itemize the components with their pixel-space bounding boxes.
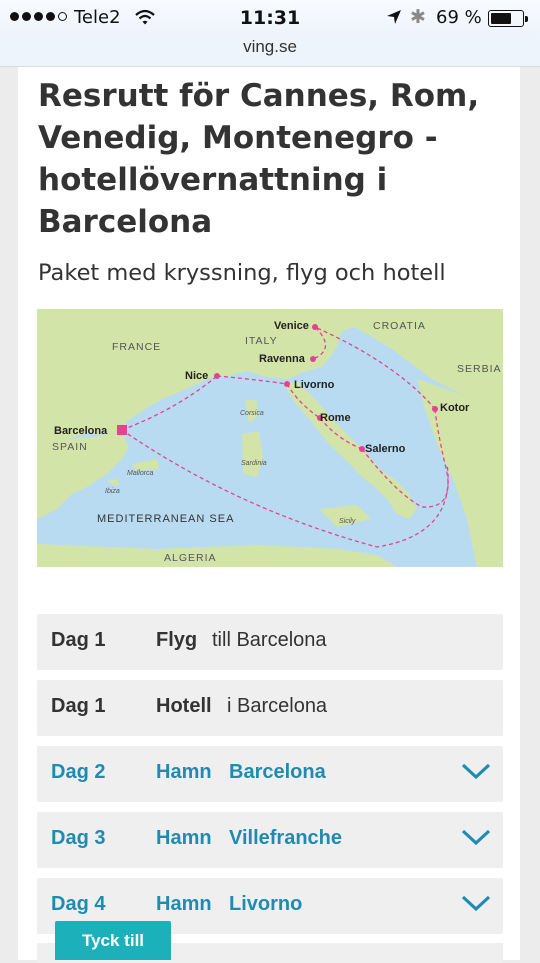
day-label: Dag 1 xyxy=(51,695,106,717)
country-label: ALGERIA xyxy=(164,552,217,564)
activity-place: till Barcelona xyxy=(212,629,327,651)
itinerary-row-port[interactable]: Dag 3 Hamn Villefranche xyxy=(37,812,503,868)
activity-type: Hamn xyxy=(156,761,212,783)
chevron-down-icon[interactable] xyxy=(461,762,491,786)
page-subtitle: Paket med kryssning, flyg och hotell xyxy=(38,260,446,286)
activity-type: Hamn xyxy=(156,893,212,915)
itinerary-row-port[interactable]: Dag 2 Hamn Barcelona xyxy=(37,746,503,802)
chevron-down-icon[interactable] xyxy=(461,894,491,918)
island-label: Corsica xyxy=(240,410,264,417)
port-label: Venice xyxy=(274,320,309,332)
activity-place: Livorno xyxy=(229,893,303,915)
country-label: ITALY xyxy=(245,335,278,347)
port-marker xyxy=(284,381,290,387)
page-content: Resrutt för Cannes, Rom, Venedig, Monten… xyxy=(18,67,520,963)
chevron-down-icon[interactable] xyxy=(461,828,491,852)
activity-type: Flyg xyxy=(156,629,198,651)
page-title: Resrutt för Cannes, Rom, Venedig, Monten… xyxy=(38,78,480,240)
bluetooth-icon: ✱ xyxy=(410,6,426,28)
sea-label: MEDITERRANEAN SEA xyxy=(97,513,234,525)
itinerary-row-flight: Dag 1 Flyg till Barcelona xyxy=(37,614,503,670)
battery-icon xyxy=(488,10,528,27)
activity-place: i Barcelona xyxy=(227,695,328,717)
country-label: CROATIA xyxy=(373,320,426,332)
country-label: FRANCE xyxy=(112,341,161,353)
battery-fill xyxy=(491,13,511,24)
activity-type: Hamn xyxy=(156,827,212,849)
day-label: Dag 4 xyxy=(51,893,106,915)
port-label: Kotor xyxy=(440,402,470,414)
country-label: SERBIA xyxy=(457,363,502,375)
port-marker xyxy=(312,324,318,330)
port-marker-start xyxy=(117,425,127,435)
day-label: Dag 3 xyxy=(51,827,106,849)
island-label: Mallorca xyxy=(127,470,154,477)
port-label: Barcelona xyxy=(54,425,108,437)
port-marker xyxy=(310,356,316,362)
url-bar[interactable]: ving.se xyxy=(0,36,540,67)
island-label: Ibiza xyxy=(105,488,120,495)
feedback-button[interactable]: Tyck till xyxy=(55,921,171,960)
day-label: Dag 2 xyxy=(51,761,106,783)
route-map: FRANCE ITALY CROATIA SERBIA SPAIN ALGERI… xyxy=(37,309,503,567)
activity-place: Barcelona xyxy=(229,761,326,783)
battery-percent: 69 % xyxy=(436,7,482,28)
island-label: Sicily xyxy=(339,518,356,525)
itinerary-row-hotel: Dag 1 Hotell i Barcelona xyxy=(37,680,503,736)
port-marker xyxy=(214,373,220,379)
activity-type: Hotell xyxy=(156,695,212,717)
activity-place: Villefranche xyxy=(229,827,343,849)
status-bar: Tele2 11:31 ✱ 69 % xyxy=(0,0,540,36)
port-label: Nice xyxy=(185,370,208,382)
port-label: Ravenna xyxy=(259,353,306,365)
port-marker xyxy=(432,406,438,412)
port-label: Salerno xyxy=(365,443,406,455)
location-icon xyxy=(386,9,402,30)
country-label: SPAIN xyxy=(52,441,88,453)
island-label: Sardinia xyxy=(241,460,267,467)
port-label: Livorno xyxy=(294,379,335,391)
day-label: Dag 1 xyxy=(51,629,106,651)
port-label: Rome xyxy=(320,412,351,424)
